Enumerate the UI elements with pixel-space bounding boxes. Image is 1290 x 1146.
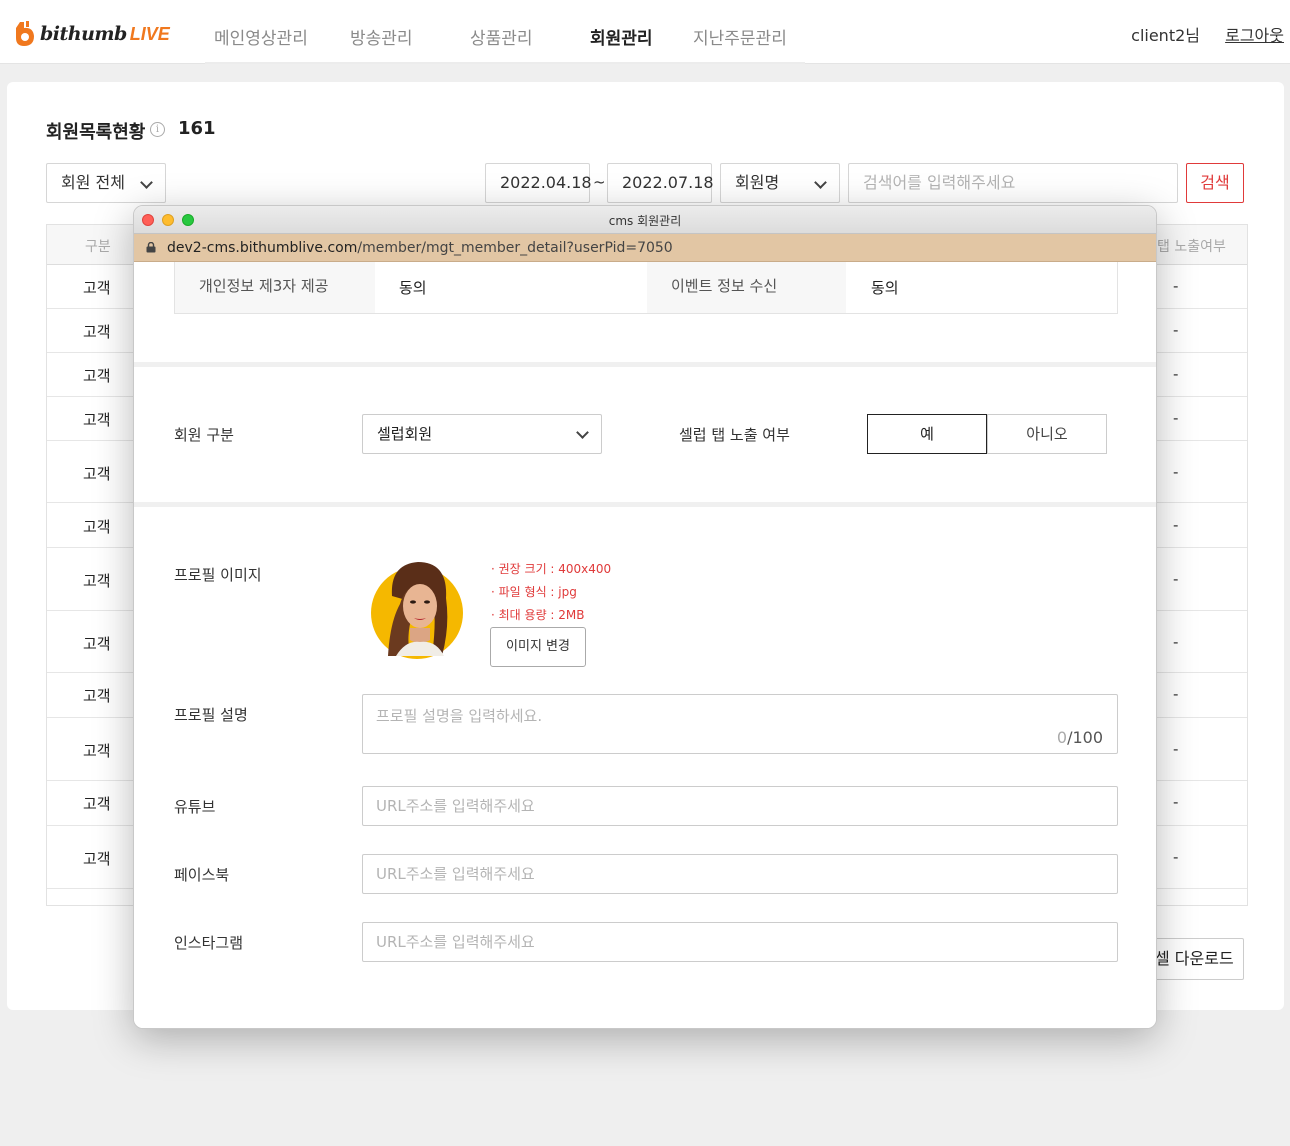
row-kind: 고객 [83, 279, 111, 297]
search-type-select[interactable]: 회원명 [720, 163, 840, 203]
member-count: 161 [178, 118, 216, 139]
chevron-down-icon [576, 426, 589, 439]
popup-content: 개인정보 제3자 제공 동의 이벤트 정보 수신 동의 회원 구분 셀럽회원 셀… [134, 262, 1156, 1028]
row-kind: 고객 [83, 742, 111, 760]
url-bar[interactable]: dev2-cms.bithumblive.com/member/mgt_memb… [134, 234, 1156, 262]
profile-description-placeholder: 프로필 설명을 입력하세요. [376, 707, 543, 725]
character-limit: /100 [1067, 728, 1103, 747]
window-titlebar: cms 회원관리 [134, 206, 1156, 234]
logo-live-text: LIVE [129, 23, 170, 44]
row-exposure: - [1173, 740, 1179, 758]
celeb-tab-exposure-label: 셀럽 탭 노출 여부 [679, 426, 790, 444]
row-kind: 고객 [83, 518, 111, 536]
profile-avatar [370, 556, 466, 662]
profile-description-textarea[interactable]: 프로필 설명을 입력하세요. 0/100 [362, 694, 1118, 754]
instagram-url-input[interactable]: URL주소를 입력해주세요 [362, 922, 1118, 962]
user-name: client2님 [1131, 26, 1200, 45]
hint-file-format: · 파일 형식 : jpg [491, 585, 577, 599]
nav-products[interactable]: 상품관리 [470, 24, 533, 49]
third-party-consent-value: 동의 [399, 279, 427, 297]
youtube-url-input[interactable]: URL주소를 입력해주세요 [362, 786, 1118, 826]
member-type-value: 셀럽회원 [377, 425, 433, 443]
row-exposure: - [1173, 633, 1179, 651]
info-icon[interactable]: i [150, 122, 165, 137]
row-exposure: - [1173, 848, 1179, 866]
row-exposure: - [1173, 409, 1179, 427]
row-exposure: - [1173, 365, 1179, 383]
url-host: dev2-cms.bithumblive.com [167, 240, 358, 256]
facebook-label: 페이스북 [174, 866, 230, 884]
row-kind: 고객 [83, 323, 111, 341]
row-kind: 고객 [83, 465, 111, 483]
event-consent-label: 이벤트 정보 수신 [647, 262, 846, 313]
search-input[interactable]: 검색어를 입력해주세요 [848, 163, 1178, 203]
row-kind: 고객 [83, 687, 111, 705]
row-exposure: - [1173, 570, 1179, 588]
member-detail-popup-window: cms 회원관리 dev2-cms.bithumblive.com/member… [133, 205, 1157, 1029]
chevron-down-icon [814, 176, 827, 189]
bithumb-logo-icon [14, 20, 36, 48]
bithumb-live-logo[interactable]: bithumb LIVE [14, 20, 170, 48]
youtube-label: 유튜브 [174, 798, 216, 816]
row-kind: 고객 [83, 795, 111, 813]
profile-description-label: 프로필 설명 [174, 706, 248, 724]
character-count: 0 [1056, 728, 1068, 747]
page-url: dev2-cms.bithumblive.com/member/mgt_memb… [167, 240, 673, 256]
top-navigation-bar: bithumb LIVE 메인영상관리 방송관리 상품관리 회원관리 지난주문관… [0, 0, 1290, 64]
url-path: /member/mgt_member_detail?userPid=7050 [357, 240, 673, 256]
celeb-tab-no-button[interactable]: 아니오 [987, 414, 1107, 454]
hint-max-size: · 최대 용량 : 2MB [491, 608, 585, 622]
row-exposure: - [1173, 685, 1179, 703]
row-exposure: - [1173, 321, 1179, 339]
row-exposure: - [1173, 277, 1179, 295]
row-exposure: - [1173, 516, 1179, 534]
facebook-url-input[interactable]: URL주소를 입력해주세요 [362, 854, 1118, 894]
nav-main-video[interactable]: 메인영상관리 [214, 24, 308, 49]
section-divider [134, 362, 1156, 367]
consent-table: 개인정보 제3자 제공 동의 이벤트 정보 수신 동의 [174, 262, 1118, 314]
change-image-button[interactable]: 이미지 변경 [490, 627, 586, 667]
nav-members[interactable]: 회원관리 [590, 24, 653, 49]
lock-icon [146, 242, 156, 253]
logo-wordmark: bithumb [40, 23, 127, 45]
search-button[interactable]: 검색 [1186, 163, 1244, 203]
celeb-tab-yes-button[interactable]: 예 [867, 414, 987, 454]
member-type-select[interactable]: 셀럽회원 [362, 414, 602, 454]
row-kind: 고객 [83, 367, 111, 385]
row-kind: 고객 [83, 635, 111, 653]
col-exposure-header: 탭 노출여부 [1157, 239, 1226, 255]
third-party-consent-label: 개인정보 제3자 제공 [175, 262, 375, 313]
row-exposure: - [1173, 793, 1179, 811]
row-kind: 고객 [83, 850, 111, 868]
character-counter: 0/100 [1057, 728, 1103, 747]
hint-recommended-size: · 권장 크기 : 400x400 [491, 562, 612, 576]
chevron-down-icon [140, 176, 153, 189]
member-type-label: 회원 구분 [174, 426, 234, 444]
section-divider [134, 502, 1156, 507]
nav-divider [205, 62, 805, 64]
search-type-value: 회원명 [735, 173, 780, 192]
nav-past-orders[interactable]: 지난주문관리 [693, 24, 787, 49]
instagram-label: 인스타그램 [174, 934, 244, 952]
date-separator: ~ [593, 173, 606, 191]
logout-link[interactable]: 로그아웃 [1225, 22, 1284, 46]
row-kind: 고객 [83, 411, 111, 429]
date-to-input[interactable]: 2022.07.18 [607, 163, 714, 203]
member-filter-select[interactable]: 회원 전체 [46, 163, 166, 203]
nav-broadcast[interactable]: 방송관리 [350, 24, 413, 49]
page-title: 회원목록현황 [46, 122, 146, 143]
row-kind: 고객 [83, 572, 111, 590]
date-from-input[interactable]: 2022.04.18 [485, 163, 592, 203]
row-exposure: - [1173, 463, 1179, 481]
window-title: cms 회원관리 [608, 214, 682, 228]
member-filter-value: 회원 전체 [61, 173, 125, 192]
profile-image-label: 프로필 이미지 [174, 566, 262, 584]
col-kind-header: 구분 [85, 239, 111, 255]
event-consent-value: 동의 [871, 279, 899, 297]
